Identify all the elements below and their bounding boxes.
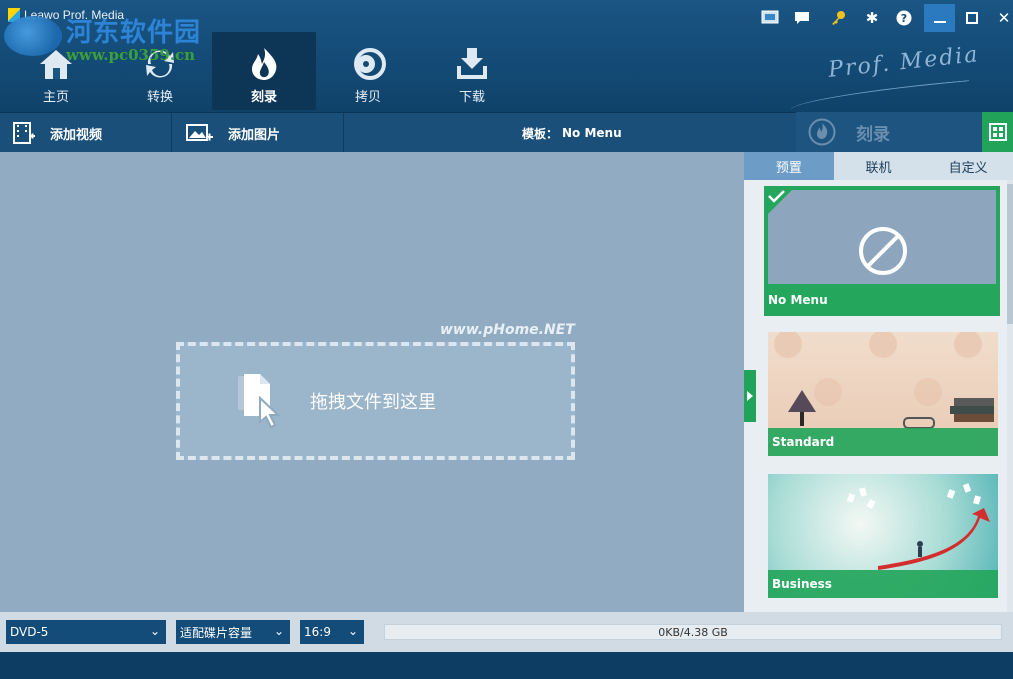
burn-icon — [252, 48, 277, 80]
add-video-label: 添加视频 — [50, 127, 103, 143]
template-prefix: 模板： — [522, 126, 559, 141]
file-list-area[interactable]: www.pHome.NET 拖拽文件到这里 — [0, 152, 744, 612]
template-card-no-menu[interactable]: No Menu — [764, 186, 1000, 316]
selected-check-icon — [764, 186, 796, 218]
burn-label: 刻录 — [856, 124, 890, 145]
watermark-site-name: 河东软件园 — [66, 18, 202, 48]
watermark-overlay: www.pHome.NET — [440, 322, 575, 338]
status-bar: DVD-5 ⌄ 适配碟片容量 ⌄ 16:9 ⌄ 0KB/4.38 GB — [0, 612, 1013, 652]
register-key-icon[interactable] — [824, 6, 852, 30]
toolbar-divider — [343, 113, 344, 153]
template-label: Standard — [768, 428, 998, 456]
file-drop-icon — [238, 374, 281, 429]
add-video-button[interactable]: 添加视频 — [12, 113, 102, 153]
add-image-label: 添加图片 — [228, 127, 281, 143]
image-add-icon — [186, 124, 213, 141]
no-symbol-icon — [859, 227, 907, 275]
maximize-button[interactable] — [958, 6, 986, 30]
aspect-ratio-select[interactable]: 16:9 ⌄ — [300, 620, 364, 644]
disc-type-value: DVD-5 — [10, 625, 49, 639]
title-nav-bar: Leawo Prof. Media 主页 转换 刻录 拷贝 下载 河东软件园 w… — [0, 0, 1013, 112]
toolbar-divider — [171, 113, 172, 153]
chevron-down-icon: ⌄ — [347, 624, 358, 638]
nav-copy-label: 拷贝 — [354, 90, 381, 105]
svg-text:?: ? — [901, 12, 907, 25]
disc-type-select[interactable]: DVD-5 ⌄ — [6, 620, 166, 644]
template-label: No Menu — [764, 284, 1000, 316]
collapse-panel-handle[interactable] — [744, 370, 756, 422]
nav-burn[interactable]: 刻录 — [212, 32, 316, 110]
nav-home-label: 主页 — [42, 90, 69, 105]
quality-select[interactable]: 适配碟片容量 ⌄ — [176, 620, 290, 644]
tab-preset[interactable]: 预置 — [744, 152, 834, 180]
template-label: Business — [768, 570, 998, 598]
disc-capacity-bar: 0KB/4.38 GB — [384, 624, 1002, 640]
watermark-site-url: www.pc0359.cn — [66, 46, 196, 64]
template-card-standard[interactable]: Standard — [768, 332, 998, 456]
template-thumbnail — [768, 190, 996, 284]
chevron-down-icon: ⌄ — [273, 624, 284, 638]
template-tabs: 预置 联机 自定义 — [744, 152, 1013, 180]
close-button[interactable]: ✕ — [990, 6, 1013, 30]
chevron-right-icon — [747, 391, 753, 401]
panel-scroll-thumb[interactable] — [1007, 184, 1013, 324]
screen-settings-icon[interactable] — [756, 6, 784, 30]
template-indicator: 模板： No Menu — [522, 113, 622, 153]
burn-disc-icon — [808, 118, 836, 146]
nav-burn-label: 刻录 — [250, 90, 277, 105]
drop-hint-text: 拖拽文件到这里 — [310, 392, 436, 413]
download-icon — [457, 48, 487, 79]
nav-convert-label: 转换 — [146, 90, 173, 105]
feedback-icon[interactable] — [788, 6, 816, 30]
watermark-logo-icon — [4, 16, 62, 56]
brand-wordmark: Prof. Media — [827, 42, 981, 83]
brand-swoosh — [789, 80, 971, 110]
toggle-panel-button[interactable] — [982, 112, 1013, 152]
drop-zone[interactable]: 拖拽文件到这里 — [176, 342, 575, 460]
tab-custom[interactable]: 自定义 — [923, 152, 1013, 180]
quality-value: 适配碟片容量 — [180, 625, 253, 640]
copy-disc-icon — [354, 48, 386, 80]
burn-button[interactable]: 刻录 — [796, 112, 982, 152]
add-image-button[interactable]: 添加图片 — [186, 113, 280, 153]
template-card-business[interactable]: Business — [768, 474, 998, 598]
aspect-ratio-value: 16:9 — [304, 625, 331, 639]
nav-download-label: 下载 — [458, 90, 485, 105]
panel-layout-icon — [988, 123, 1007, 141]
nav-copy[interactable]: 拷贝 — [316, 32, 420, 110]
film-add-icon — [13, 122, 35, 144]
minimize-button[interactable] — [924, 4, 955, 32]
template-panel: 预置 联机 自定义 No Menu Standard Business — [744, 152, 1013, 612]
chevron-down-icon: ⌄ — [149, 624, 160, 638]
footer-bar — [0, 652, 1013, 679]
settings-gear-icon[interactable]: ✱ — [858, 6, 886, 30]
help-icon[interactable]: ? — [890, 6, 918, 30]
tab-online[interactable]: 联机 — [834, 152, 924, 180]
template-value: No Menu — [562, 126, 622, 140]
disc-capacity-text: 0KB/4.38 GB — [658, 625, 728, 639]
nav-download[interactable]: 下载 — [420, 32, 524, 110]
